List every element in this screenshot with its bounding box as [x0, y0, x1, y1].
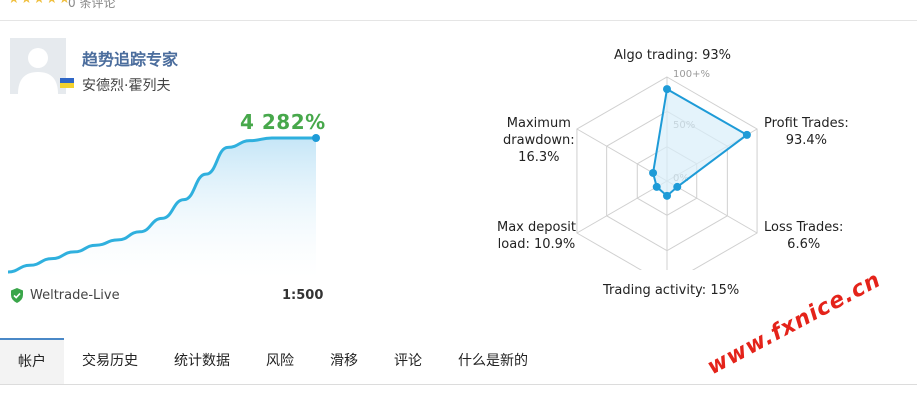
- tab-trade-history[interactable]: 交易历史: [64, 338, 156, 384]
- radar-label-loss-trades: Loss Trades: 6.6%: [764, 220, 844, 252]
- avatar: [10, 38, 66, 94]
- radar-point: [649, 168, 658, 177]
- ukraine-flag-icon: [60, 78, 74, 88]
- radar-chart: 100+%50%0%: [576, 69, 758, 270]
- radar-point: [663, 191, 671, 200]
- tab-whats-new[interactable]: 什么是新的: [440, 338, 546, 384]
- radar-label-profit-trades: Profit Trades: 93.4%: [764, 116, 849, 148]
- tab-statistics[interactable]: 统计数据: [156, 338, 248, 384]
- leverage: 1:500: [282, 288, 324, 303]
- equity-chart: [7, 134, 320, 278]
- tab-slippage[interactable]: 滑移: [312, 338, 376, 384]
- review-count[interactable]: 0 条评论: [68, 0, 115, 11]
- radar-point: [663, 85, 671, 94]
- equity-end-point: [312, 134, 320, 142]
- radar-point: [652, 182, 661, 191]
- radar-label-max-drawdown: Maximum drawdown: 16.3%: [503, 116, 575, 165]
- author-name[interactable]: 安德烈·霍列夫: [82, 75, 170, 95]
- rating-strip: ★★★★★ 0 条评论: [0, 0, 917, 21]
- broker[interactable]: Weltrade-Live: [10, 288, 120, 303]
- radar-label-algo-trading: Algo trading: 93%: [614, 48, 732, 63]
- tab-risks[interactable]: 风险: [248, 338, 312, 384]
- radar-point: [742, 130, 751, 139]
- signal-title[interactable]: 趋势追踪专家: [82, 46, 178, 70]
- radar-grid-label: 100+%: [673, 69, 710, 80]
- radar-data-area: [652, 87, 749, 198]
- user-silhouette-icon: [18, 48, 58, 94]
- radar-label-trading-activity: Trading activity: 15%: [603, 283, 740, 298]
- rating-stars[interactable]: ★★★★★: [8, 0, 71, 7]
- radar-label-max-deposit-load: Max deposit load: 10.9%: [497, 220, 576, 252]
- broker-name: Weltrade-Live: [30, 288, 120, 303]
- tab-reviews[interactable]: 评论: [376, 338, 440, 384]
- verified-shield-icon: [11, 288, 23, 303]
- radar-point: [673, 182, 682, 191]
- tab-account[interactable]: 帐户: [0, 338, 64, 384]
